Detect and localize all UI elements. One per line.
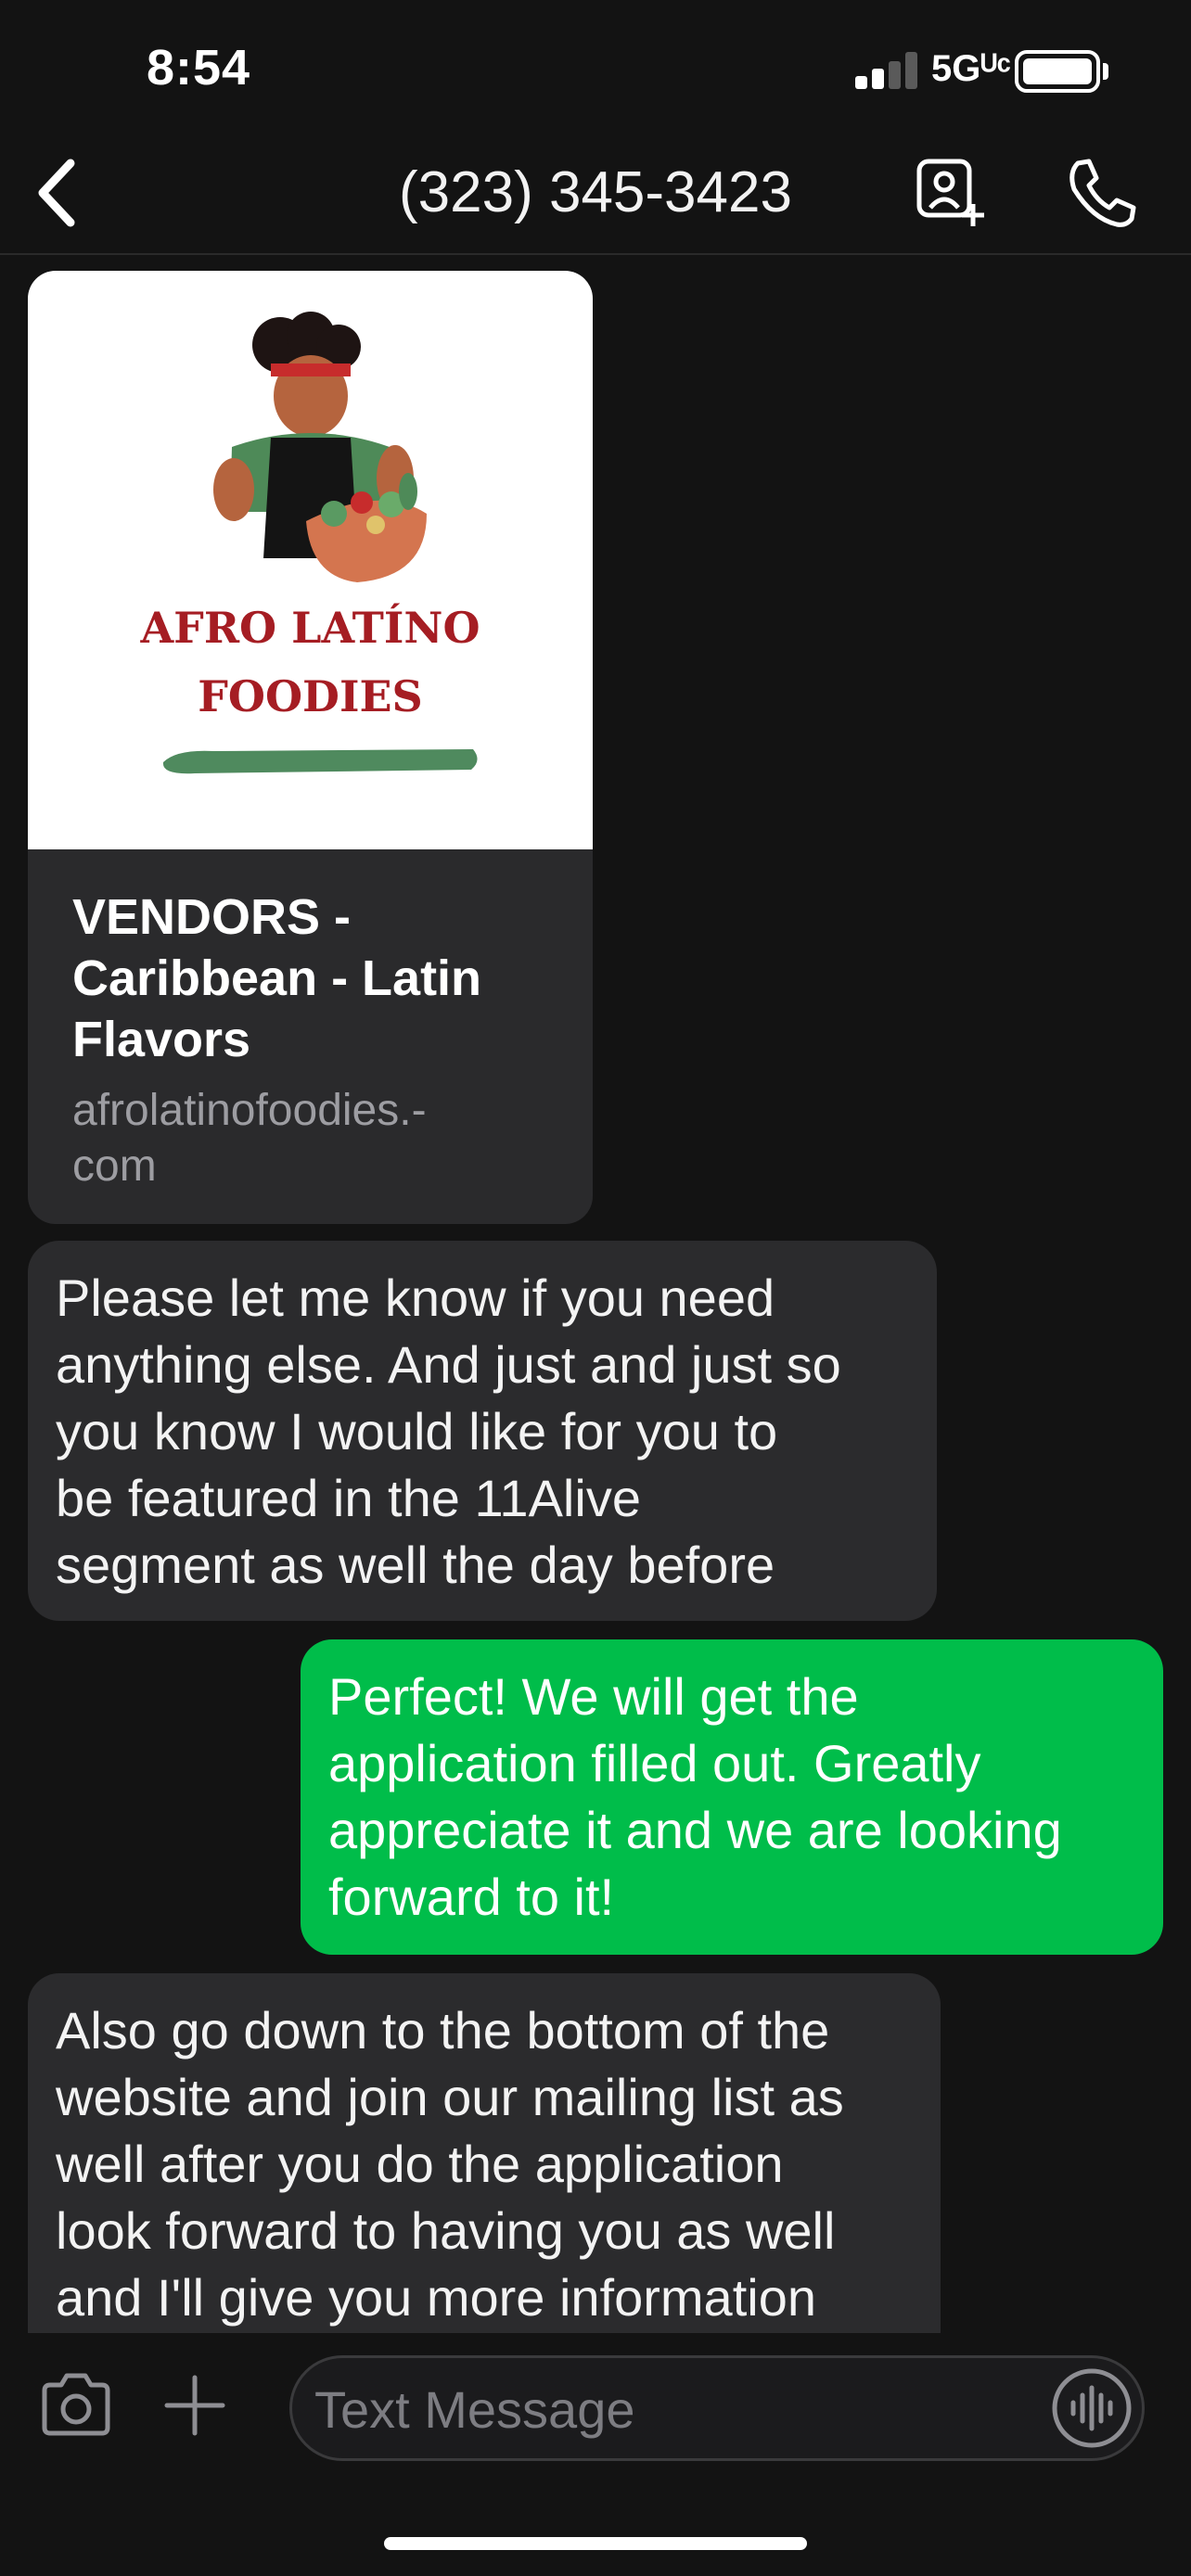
status-bar: 8:54 5Gᵁᶜ (0, 0, 1191, 139)
conversation-header: (323) 345-3423 (0, 139, 1191, 255)
text-message-input[interactable] (314, 2377, 1038, 2442)
message-thread[interactable]: AFRO LATÍNO FOODIES VENDORS - Caribbean … (0, 256, 1191, 2333)
text-message-field[interactable] (289, 2355, 1145, 2461)
logo-text-line1: AFRO LATÍNO (140, 603, 480, 653)
signal-strength-icon (855, 52, 920, 89)
link-preview-url: afrolatinofoodies.- com (72, 1086, 427, 1191)
battery-cap (1103, 63, 1108, 80)
sent-message-bubble[interactable]: Perfect! We will get the application fil… (301, 1639, 1163, 1955)
received-message-bubble[interactable]: Please let me know if you need anything … (28, 1241, 937, 1621)
message-text: Perfect! We will get the application fil… (328, 1667, 1062, 1926)
message-text: Also go down to the bottom of the websit… (56, 2001, 844, 2327)
status-time: 8:54 (147, 40, 251, 96)
chef-illustration (213, 312, 427, 582)
camera-icon[interactable] (39, 2372, 113, 2437)
home-indicator[interactable] (384, 2537, 807, 2550)
link-preview-title: VENDORS - Caribbean - Latin Flavors (72, 889, 482, 1067)
back-chevron-icon[interactable] (28, 156, 93, 230)
network-type: 5Gᵁᶜ (931, 48, 1011, 89)
message-text: Please let me know if you need anything … (56, 1269, 841, 1594)
message-composer (0, 2335, 1191, 2474)
contact-phone-number[interactable]: (323) 345-3423 (315, 159, 876, 225)
link-preview-image: AFRO LATÍNO FOODIES (28, 271, 593, 849)
logo-text-line2: FOODIES (198, 671, 423, 721)
add-contact-icon[interactable] (914, 156, 988, 230)
battery-icon (1015, 50, 1100, 93)
phone-call-icon[interactable] (1065, 156, 1139, 230)
audio-waveform-icon[interactable] (1051, 2367, 1133, 2449)
plus-icon[interactable] (158, 2368, 232, 2442)
link-preview-meta: VENDORS - Caribbean - Latin Flavors afro… (28, 849, 593, 1194)
link-preview-card[interactable]: AFRO LATÍNO FOODIES VENDORS - Caribbean … (28, 271, 593, 1224)
received-message-bubble[interactable]: Also go down to the bottom of the websit… (28, 1973, 941, 2333)
logo-brush-stroke (162, 749, 478, 774)
